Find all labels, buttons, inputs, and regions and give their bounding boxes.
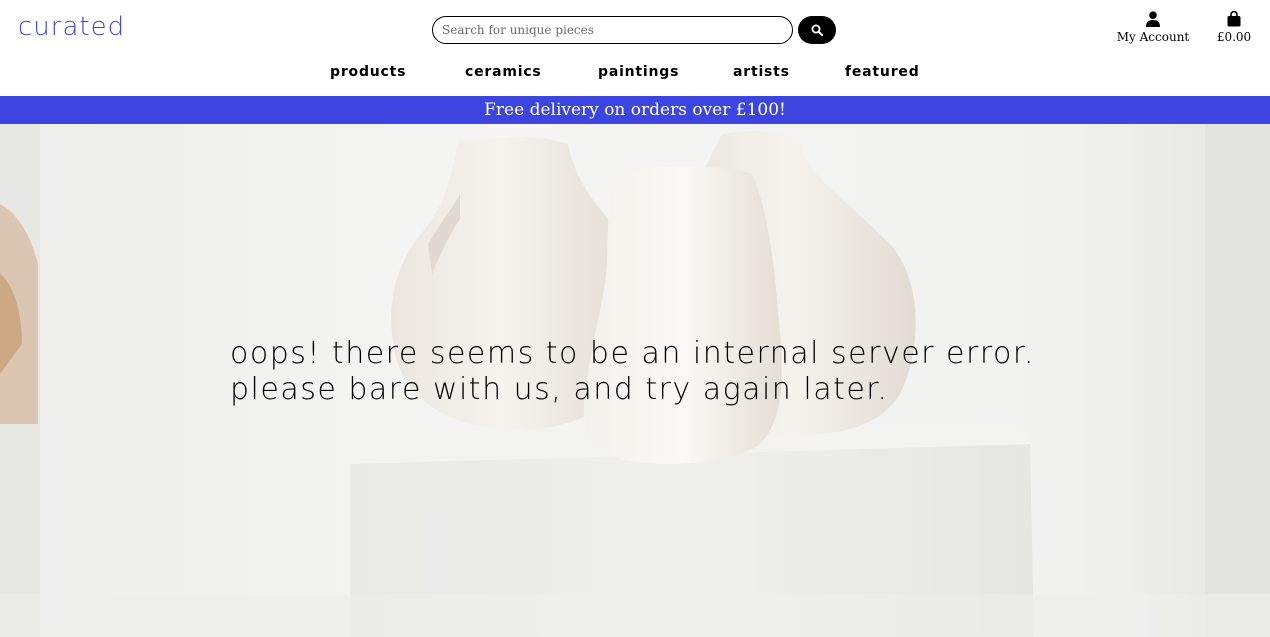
nav-item-featured[interactable]: Featured xyxy=(845,64,920,80)
site-logo[interactable]: curated xyxy=(18,12,125,42)
my-account-label: My Account xyxy=(1116,30,1190,44)
my-account-link[interactable]: My Account xyxy=(1114,11,1192,44)
promo-banner: Free delivery on orders over £100! xyxy=(0,96,1270,124)
search-input[interactable] xyxy=(432,16,793,44)
cart-link[interactable]: £0.00 xyxy=(1210,11,1258,44)
nav-item-paintings[interactable]: Paintings xyxy=(598,64,679,80)
main-nav: Products Ceramics Paintings Artists Feat… xyxy=(0,64,1270,86)
cart-total: £0.00 xyxy=(1216,30,1252,44)
site-header: curated My Account £0.00 Product xyxy=(0,0,1270,96)
nav-item-artists[interactable]: Artists xyxy=(733,64,790,80)
nav-item-ceramics[interactable]: Ceramics xyxy=(465,64,542,80)
error-message: Oops! There seems to be an internal serv… xyxy=(230,336,1035,407)
shopping-bag-icon xyxy=(1227,11,1241,27)
promo-banner-text: Free delivery on orders over £100! xyxy=(484,100,786,120)
search-bar xyxy=(432,16,836,44)
nav-item-products[interactable]: Products xyxy=(330,64,406,80)
user-icon xyxy=(1146,11,1160,27)
search-button[interactable] xyxy=(798,16,836,44)
search-icon xyxy=(811,24,823,36)
hero-section: Oops! There seems to be an internal serv… xyxy=(0,124,1270,637)
